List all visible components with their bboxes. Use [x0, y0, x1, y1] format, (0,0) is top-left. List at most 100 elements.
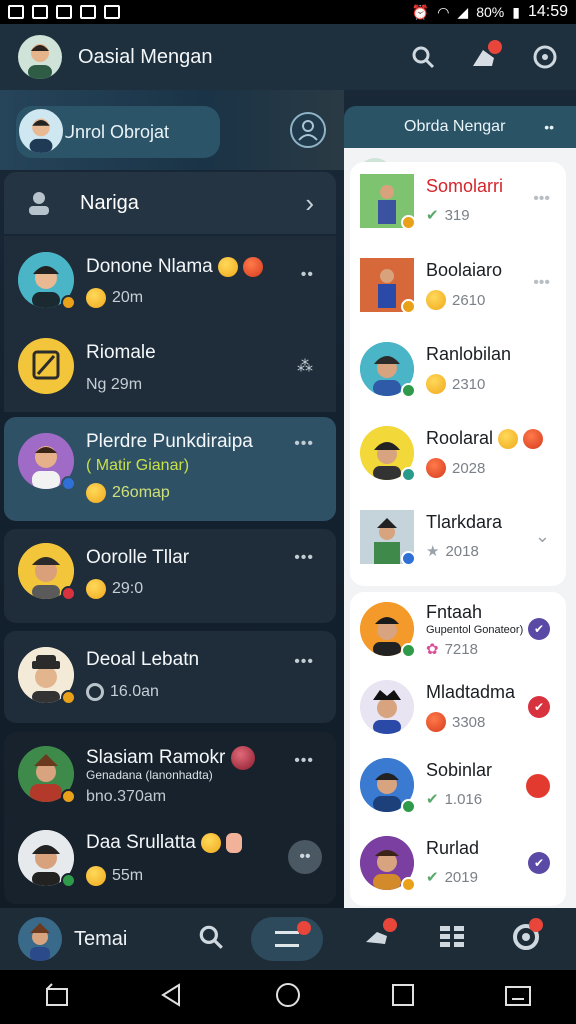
smile-emoji-icon	[218, 256, 239, 277]
avatar	[360, 836, 416, 892]
fire-emoji-icon	[243, 256, 264, 277]
avatar	[360, 174, 416, 230]
battery-level: 80%	[476, 4, 505, 20]
settings-icon[interactable]	[532, 44, 558, 70]
chevron-right-icon: ›	[305, 187, 314, 218]
activity-icon[interactable]	[511, 917, 544, 957]
system-navigation	[0, 970, 576, 1024]
back-icon[interactable]	[159, 982, 185, 1012]
item-name: Somolarri	[426, 176, 504, 196]
item-tag: Gupentol Gonateor)	[426, 624, 524, 636]
item-name: Rurlad	[426, 838, 480, 858]
alarm-icon: ⏰	[411, 3, 430, 20]
conversation-list: Nariga › Donone Nlama 20m •• Riomale Ng …	[4, 172, 336, 906]
item-time: 2019	[444, 868, 478, 886]
check-icon: ✔	[426, 791, 439, 808]
list-item[interactable]: Riomale Ng 29m ⁂	[4, 324, 336, 412]
item-name: Boolaiaro	[426, 260, 503, 280]
item-tag: ( Matir Gianar)	[86, 457, 190, 474]
status-bar: ⏰ ◠ ◢ 80% ▮ 14:59	[0, 0, 576, 24]
chevron-down-icon[interactable]: ⌄	[535, 526, 550, 547]
avatar	[360, 510, 416, 566]
mail-icon	[104, 5, 120, 19]
right-bottom-card: Fntaah Gupentol Gonateor) ✿ 7218 ✔ Mladta…	[350, 592, 566, 906]
item-time: Ng 29m	[86, 376, 143, 393]
more-icon[interactable]: ••	[301, 266, 314, 284]
avatar	[18, 543, 76, 601]
list-item[interactable]: Oorolle Tllar 29:0 •••	[4, 529, 336, 623]
more-icon[interactable]: •••	[294, 752, 314, 770]
item-name: Sobinlar	[426, 760, 493, 780]
item-name: Daa Srullatta	[86, 832, 196, 853]
reaction-button[interactable]: ••	[288, 840, 322, 874]
grid-icon[interactable]	[439, 925, 465, 954]
fire-emoji-icon	[523, 429, 544, 450]
more-icon[interactable]: •••	[533, 190, 550, 208]
right-list-item[interactable]: Ranlobilan 2310	[358, 334, 558, 414]
avatar	[360, 680, 414, 734]
list-item[interactable]: Slasiam Ramokr Genadana (lanonhadta) bno…	[4, 732, 336, 818]
item-time: 2310	[452, 375, 486, 393]
avatar	[18, 746, 76, 804]
chats-tab[interactable]	[251, 917, 324, 961]
coin-icon	[86, 483, 106, 503]
star-icon: ★	[426, 543, 440, 560]
more-icon[interactable]: •••	[294, 435, 314, 453]
bottom-navigation: Temai	[0, 908, 576, 970]
notification-bell-icon[interactable]	[470, 40, 502, 70]
item-time: 319	[444, 206, 470, 224]
fire-emoji-icon	[426, 712, 446, 732]
avatar	[360, 758, 416, 814]
item-name: Deoal Lebatn	[86, 649, 200, 670]
keyboard-icon[interactable]	[504, 983, 532, 1012]
more-icon[interactable]: •••	[533, 274, 550, 292]
ornament-icon	[230, 746, 255, 770]
nav-row[interactable]: Nariga ›	[4, 172, 336, 234]
megaphone-icon[interactable]	[363, 917, 398, 955]
right-list-item[interactable]: Roolaral 2028	[358, 418, 558, 498]
clock-icon	[86, 683, 104, 701]
smile-emoji-icon	[86, 866, 106, 886]
more-icon[interactable]: •••	[294, 549, 314, 567]
status-badge	[526, 774, 550, 798]
right-list-item[interactable]: Rurlad ✔ 2019 ✔	[358, 828, 558, 908]
item-time: 16.0an	[110, 683, 159, 700]
home-shape-icon[interactable]	[44, 982, 70, 1012]
profile-avatar[interactable]	[18, 35, 62, 79]
group-icon[interactable]: ⁂	[297, 356, 314, 376]
item-name: Ranlobilan	[426, 344, 512, 364]
smile-emoji-icon	[86, 288, 106, 308]
image-icon	[32, 5, 48, 19]
right-list-item[interactable]: Mladtadma 3308 ✔	[358, 672, 558, 752]
right-list-item[interactable]: Fntaah Gupentol Gonateor) ✿ 7218 ✔	[358, 594, 558, 674]
more-icon[interactable]: •••	[294, 653, 314, 671]
right-list-item[interactable]: Somolarri ✔ 319 •••	[358, 166, 558, 246]
item-time: 2018	[445, 542, 479, 560]
right-list-item[interactable]: Sobinlar ✔ 1.016	[358, 750, 558, 830]
avatar	[360, 426, 416, 482]
right-list-item[interactable]: Tlarkdara ★ 2018 ⌄	[358, 502, 558, 582]
list-item-selected[interactable]: Plerdre Punkdiraipa ( Matir Gianar) 26om…	[4, 417, 336, 521]
item-name: Slasiam Ramokr	[86, 747, 226, 769]
list-item[interactable]: Deoal Lebatn 16.0an •••	[4, 631, 336, 723]
contacts-button[interactable]	[290, 112, 326, 148]
megaphone-badge	[383, 917, 398, 932]
avatar	[360, 602, 416, 658]
right-top-card: Somolarri ✔ 319 ••• Boolaiaro 2610 ••• Ra…	[350, 162, 566, 586]
item-time: 7218	[444, 640, 478, 658]
avatar	[18, 433, 76, 491]
list-item[interactable]: Donone Nlama 20m ••	[4, 236, 336, 324]
home-icon[interactable]	[274, 981, 302, 1014]
right-list-item[interactable]: Boolaiaro 2610 •••	[358, 250, 558, 330]
hand-emoji-icon	[226, 832, 243, 853]
avatar	[360, 342, 416, 398]
chat-icon	[275, 931, 300, 947]
list-item[interactable]: Daa Srullatta 55m ••	[4, 820, 336, 904]
search-icon[interactable]	[410, 44, 436, 70]
nav-avatar[interactable]	[18, 917, 62, 961]
search-icon[interactable]	[197, 923, 225, 956]
notification-badge	[488, 40, 502, 54]
chip-label: Unrol Obrojat	[62, 121, 170, 142]
more-icon[interactable]: ••	[544, 119, 554, 135]
recents-icon[interactable]	[391, 983, 415, 1012]
